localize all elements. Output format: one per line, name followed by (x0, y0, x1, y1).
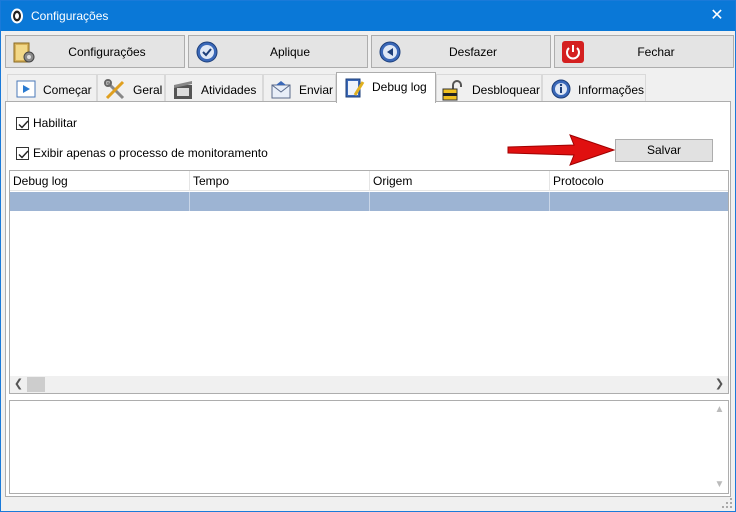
tab-informacoes[interactable]: Informações (542, 74, 646, 102)
undo-icon (378, 40, 402, 64)
apply-button[interactable]: Aplique (188, 35, 368, 68)
monitor-only-label: Exibir apenas o processo de monitorament… (33, 146, 268, 160)
close-window-button[interactable]: ✕ (705, 5, 729, 27)
undo-button[interactable]: Desfazer (371, 35, 551, 68)
table-cell (550, 192, 728, 211)
horizontal-scrollbar[interactable]: ❮ ❯ (10, 376, 728, 393)
apply-check-icon (195, 40, 219, 64)
monitor-only-checkbox-row[interactable]: Exibir apenas o processo de monitorament… (16, 146, 268, 160)
scrollbar-thumb[interactable] (27, 377, 45, 392)
log-output-textbox[interactable]: ▲ ▼ (9, 400, 729, 494)
enable-checkbox-row[interactable]: Habilitar (16, 116, 77, 130)
monitor-only-checkbox[interactable] (16, 146, 29, 160)
tab-atividades[interactable]: Atividades (165, 74, 263, 102)
column-header-origem[interactable]: Origem (370, 171, 550, 191)
play-icon (16, 79, 36, 99)
resize-grip-icon[interactable] (721, 497, 733, 509)
film-icon (172, 79, 192, 99)
red-arrow-annotation (507, 134, 616, 166)
tab-atividades-label: Atividades (201, 83, 257, 97)
tools-icon (104, 79, 125, 100)
tab-comecar[interactable]: Começar (7, 74, 97, 102)
settings-window: Configurações ✕ Configurações Aplique De… (0, 0, 736, 512)
enable-checkbox[interactable] (16, 116, 29, 130)
tab-enviar-label: Enviar (299, 83, 334, 97)
info-icon (551, 79, 571, 99)
tab-geral-label: Geral (133, 83, 163, 97)
close-button[interactable]: Fechar (554, 35, 734, 68)
apply-button-label: Aplique (269, 45, 311, 59)
tab-strip: Começar Geral Atividades Enviar Debug lo… (1, 72, 735, 103)
window-title: Configurações (31, 9, 109, 23)
tab-geral[interactable]: Geral (97, 74, 165, 102)
table-cell (370, 192, 550, 211)
tab-debug-log[interactable]: Debug log (336, 72, 436, 103)
table-row[interactable] (10, 192, 728, 211)
column-header-tempo[interactable]: Tempo (190, 171, 370, 191)
undo-button-label: Desfazer (448, 45, 498, 59)
table-cell (10, 192, 190, 211)
table-cell (190, 192, 370, 211)
settings-button-label: Configurações (68, 45, 146, 59)
tab-informacoes-label: Informações (578, 83, 645, 97)
notebook-pencil-icon (345, 77, 365, 98)
enable-label: Habilitar (33, 116, 78, 130)
scroll-down-icon[interactable]: ▼ (711, 476, 728, 493)
settings-folder-icon (12, 40, 36, 64)
tab-debug-log-label: Debug log (372, 80, 427, 94)
settings-button[interactable]: Configurações (5, 35, 185, 68)
envelope-icon (270, 79, 291, 99)
close-button-label: Fechar (637, 45, 675, 59)
scroll-left-icon[interactable]: ❮ (10, 376, 27, 393)
debug-log-table[interactable]: Debug log Tempo Origem Protocolo ❮ ❯ (9, 170, 729, 394)
table-header: Debug log Tempo Origem Protocolo (10, 171, 728, 191)
tab-desbloquear-label: Desbloquear (472, 83, 541, 97)
scroll-up-icon[interactable]: ▲ (711, 401, 728, 418)
tab-desbloquear[interactable]: Desbloquear (436, 74, 542, 102)
column-header-protocolo[interactable]: Protocolo (550, 171, 728, 191)
app-logo-icon (10, 8, 24, 24)
save-button[interactable]: Salvar (615, 139, 713, 162)
vertical-scrollbar[interactable]: ▲ ▼ (711, 401, 728, 493)
tab-comecar-label: Começar (43, 83, 92, 97)
power-icon (561, 40, 585, 64)
debug-log-panel: Habilitar Exibir apenas o processo de mo… (5, 101, 731, 497)
scroll-right-icon[interactable]: ❯ (711, 376, 728, 393)
tab-enviar[interactable]: Enviar (263, 74, 336, 102)
padlock-icon (441, 79, 462, 101)
title-bar[interactable]: Configurações ✕ (1, 1, 735, 31)
column-header-debug-log[interactable]: Debug log (10, 171, 190, 191)
